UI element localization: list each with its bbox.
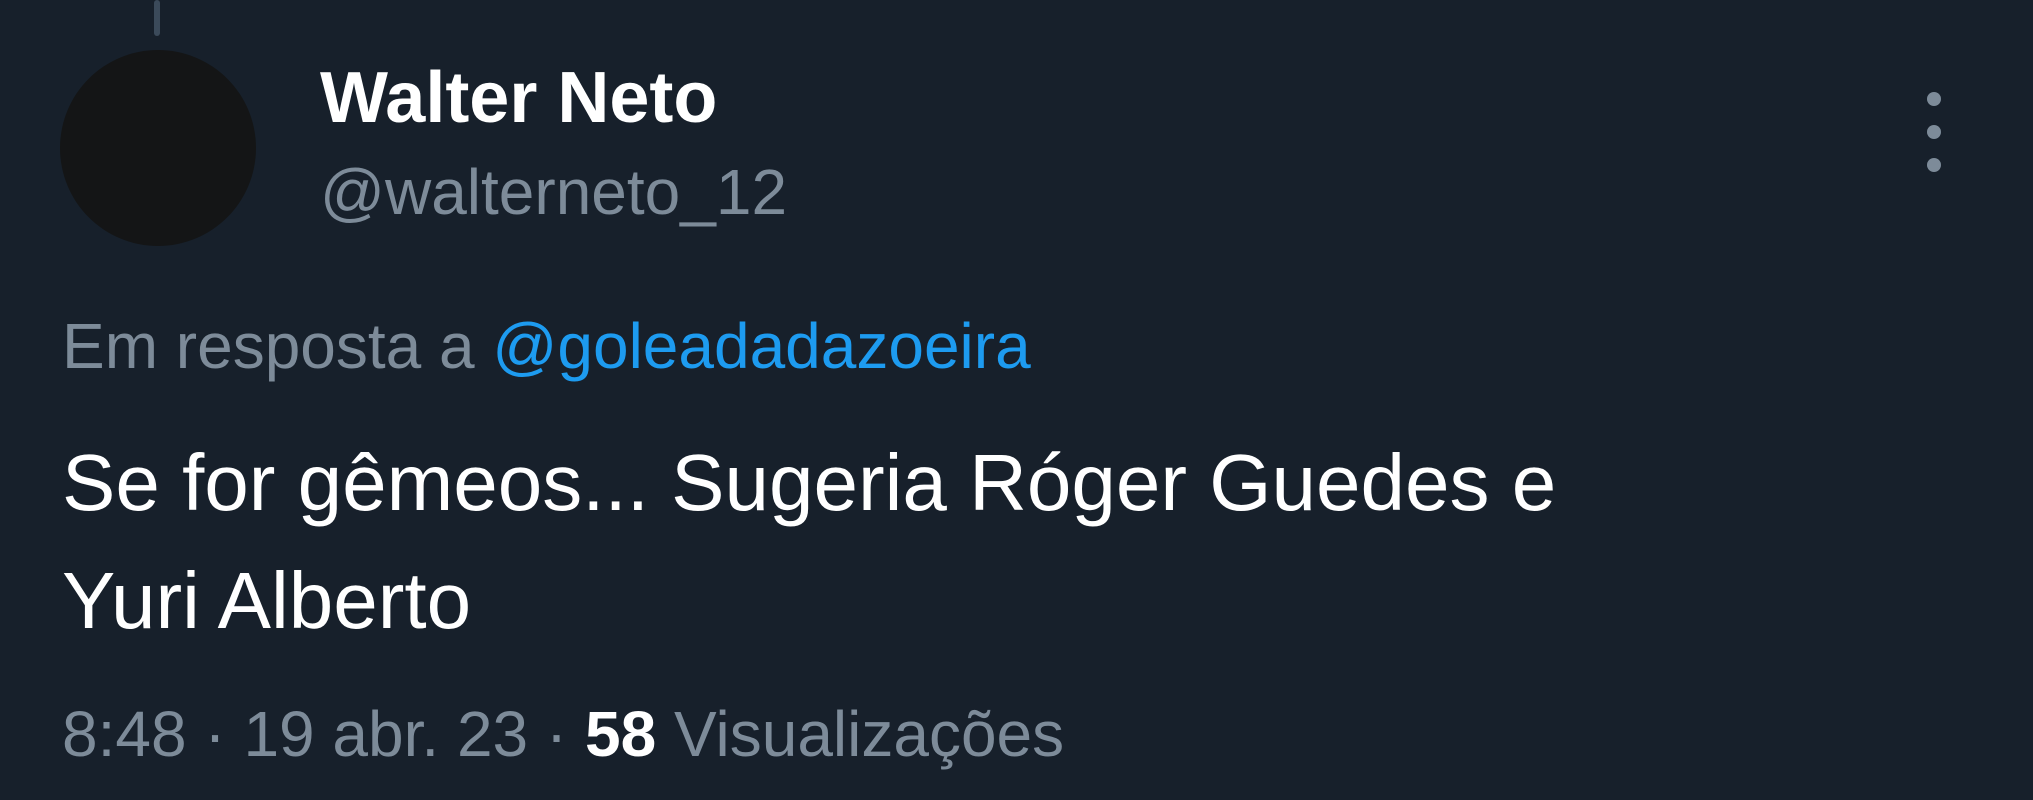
meta-separator: · bbox=[545, 698, 568, 770]
tweet-meta: 8:48 · 19 abr. 23 · 58 Visualizações bbox=[62, 698, 1064, 770]
views-count[interactable]: 58 bbox=[585, 698, 656, 770]
tweet-time[interactable]: 8:48 bbox=[62, 698, 187, 770]
reply-context-prefix: Em resposta a bbox=[62, 310, 475, 382]
views-label[interactable]: Visualizações bbox=[674, 698, 1064, 770]
more-options-button[interactable] bbox=[1916, 92, 1952, 172]
reply-context: Em resposta a @goleadadazoeira bbox=[62, 310, 1031, 382]
author-display-name[interactable]: Walter Neto bbox=[320, 62, 717, 134]
more-vertical-icon bbox=[1927, 125, 1941, 139]
author-handle[interactable]: @walterneto_12 bbox=[320, 160, 787, 224]
tweet-text-line: Se for gêmeos... Sugeria Róger Guedes e bbox=[62, 438, 1557, 527]
avatar[interactable] bbox=[60, 50, 256, 246]
more-vertical-icon bbox=[1927, 158, 1941, 172]
thread-connector-line bbox=[154, 0, 160, 36]
tweet-text: Se for gêmeos... Sugeria Róger Guedes e … bbox=[62, 424, 1922, 660]
tweet-date[interactable]: 19 abr. 23 bbox=[243, 698, 528, 770]
more-vertical-icon bbox=[1927, 92, 1941, 106]
tweet-text-line: Yuri Alberto bbox=[62, 556, 472, 645]
meta-separator: · bbox=[204, 698, 226, 770]
reply-mention-link[interactable]: @goleadadazoeira bbox=[492, 310, 1030, 382]
